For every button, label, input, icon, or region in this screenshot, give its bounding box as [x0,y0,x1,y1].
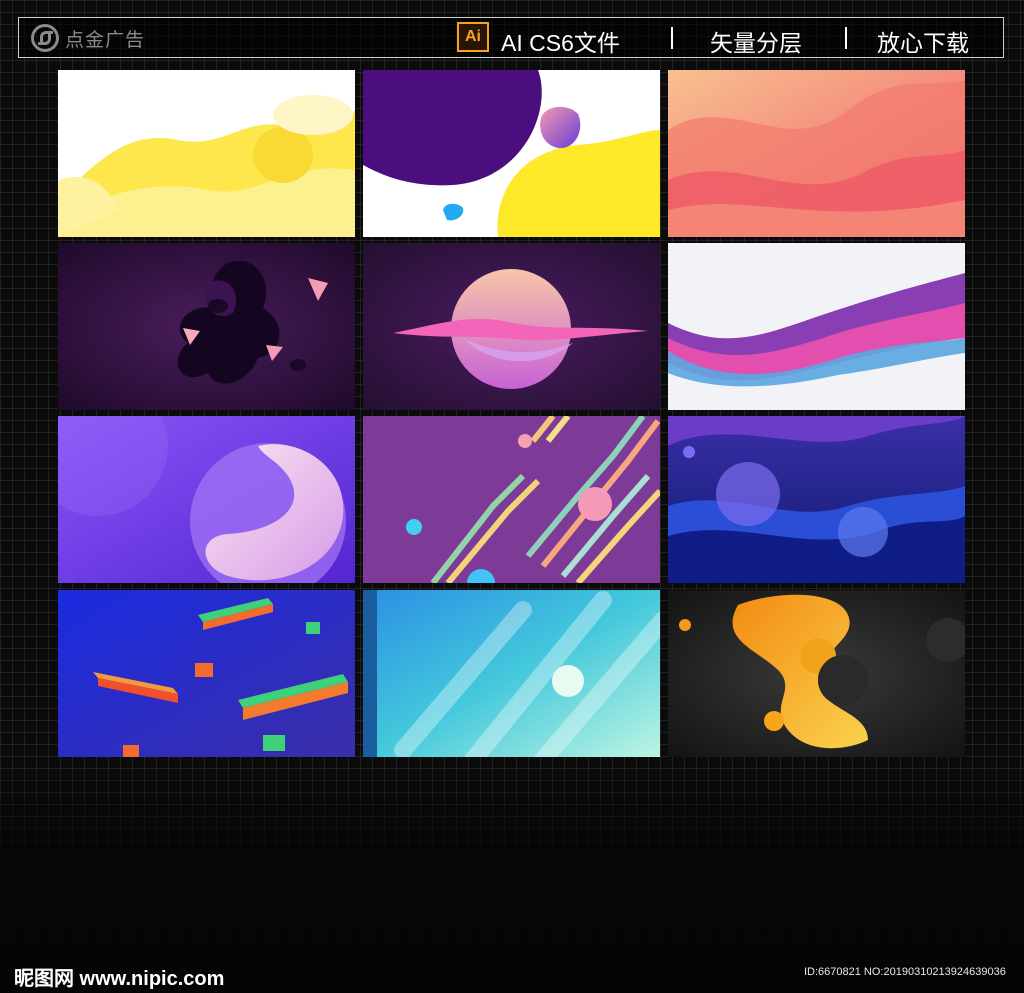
thumbnail-purple-ribbon-wave[interactable] [668,243,965,410]
brand-logo: 点金广告 [31,24,145,52]
image-id-watermark: ID:6670821 NO:20190310213924639036 [804,966,1006,978]
thumbnail-blue-bokeh-waves[interactable] [668,416,965,583]
thumbnail-dark-purple-liquid[interactable] [58,243,355,410]
thumbnail-neon-planet[interactable] [363,243,660,410]
brand-s-icon [31,24,59,52]
layered-vector-label: 矢量分层 [710,30,802,56]
thumbnail-coral-waves[interactable] [668,70,965,237]
header-divider [671,27,673,49]
thumbnail-isometric-bars[interactable] [58,590,355,757]
nipic-watermark: 昵图网 www.nipic.com [14,968,225,990]
header-banner: 点金广告 Ai AI CS6文件 矢量分层 放心下载 [18,17,1004,58]
thumbnail-cyan-gradient-streaks[interactable] [363,590,660,757]
thumbnail-violet-sphere[interactable] [58,416,355,583]
bottom-fade [0,760,1024,993]
illustrator-ai-icon: Ai [457,22,489,52]
thumbnail-purple-yellow-blob[interactable] [363,70,660,237]
header-divider [845,27,847,49]
thumbnail-yellow-fluid[interactable] [58,70,355,237]
thumbnail-diagonal-stripes[interactable] [363,416,660,583]
file-format-label: AI CS6文件 [501,30,620,56]
thumbnail-gold-fluid-dark[interactable] [668,590,965,757]
brand-name: 点金广告 [65,28,146,51]
download-label: 放心下载 [877,30,969,56]
